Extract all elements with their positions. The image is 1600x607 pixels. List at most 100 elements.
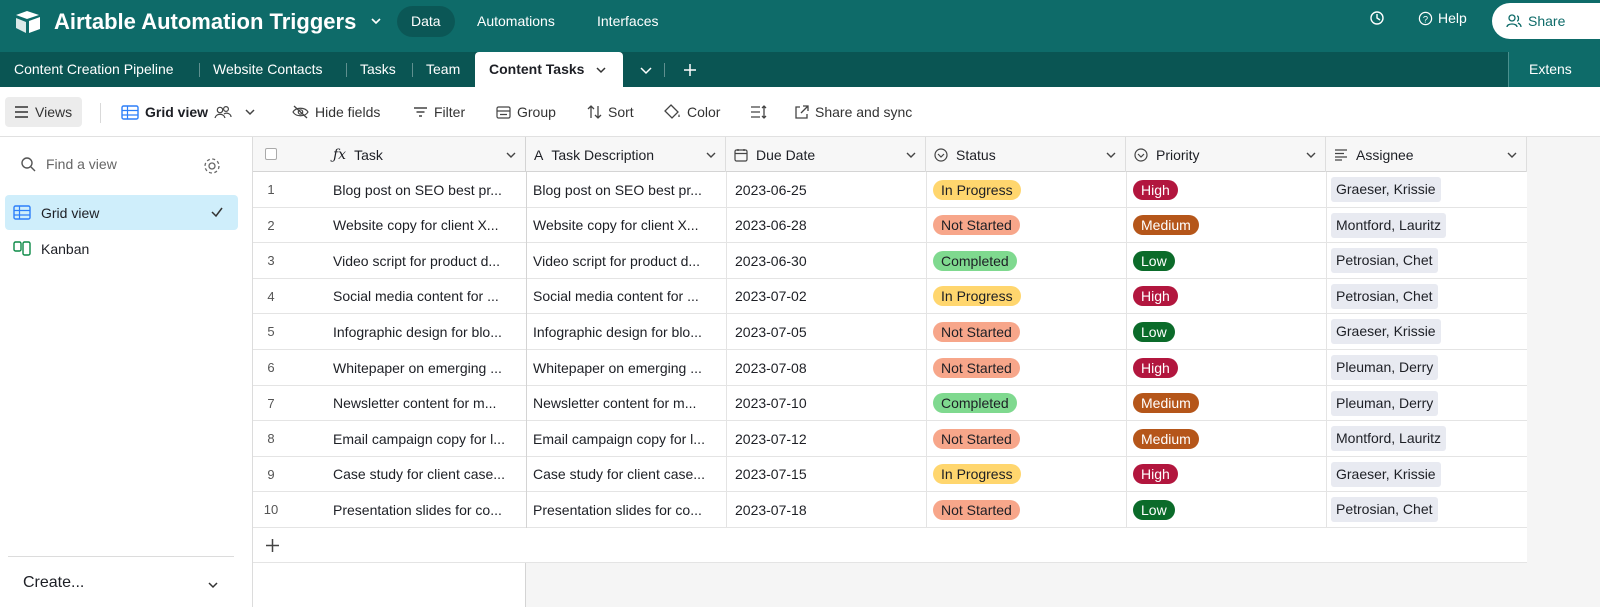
add-record-row[interactable] (253, 528, 1527, 563)
cell-due-date[interactable]: 2023-07-08 (735, 350, 920, 385)
cell-task[interactable]: Blog post on SEO best pr... (333, 172, 518, 207)
cell-status[interactable]: In Progress (933, 457, 1118, 492)
cell-status[interactable]: Not Started (933, 492, 1118, 527)
cell-assignee[interactable]: Montford, Lauritz (1331, 421, 1521, 456)
plus-icon[interactable] (265, 538, 280, 553)
cell-status[interactable]: Completed (933, 243, 1118, 278)
cell-task-description[interactable]: Presentation slides for co... (533, 492, 718, 527)
cell-due-date[interactable]: 2023-07-10 (735, 386, 920, 421)
cell-task-description[interactable]: Whitepaper on emerging ... (533, 350, 718, 385)
cell-priority[interactable]: High (1133, 457, 1318, 492)
tab-website-contacts[interactable]: Website Contacts (213, 52, 322, 87)
cell-task[interactable]: Presentation slides for co... (333, 492, 518, 527)
cell-due-date[interactable]: 2023-06-30 (735, 243, 920, 278)
cell-task[interactable]: Website copy for client X... (333, 208, 518, 243)
grid-view-switcher[interactable]: Grid view (121, 99, 256, 125)
nav-automations[interactable]: Automations (463, 6, 569, 37)
cell-task[interactable]: Whitepaper on emerging ... (333, 350, 518, 385)
table-row[interactable]: 8 Email campaign copy for l... Email campa… (253, 421, 1527, 457)
cell-priority[interactable]: High (1133, 279, 1318, 314)
cell-priority[interactable]: Low (1133, 314, 1318, 349)
cell-task-description[interactable]: Blog post on SEO best pr... (533, 172, 718, 207)
color-button[interactable]: Color (664, 99, 720, 125)
cell-status[interactable]: Not Started (933, 208, 1118, 243)
table-row[interactable]: 5 Infographic design for blo... Infographi… (253, 314, 1527, 350)
cell-due-date[interactable]: 2023-07-15 (735, 457, 920, 492)
hide-fields-button[interactable]: Hide fields (292, 99, 380, 125)
cell-due-date[interactable]: 2023-07-12 (735, 421, 920, 456)
add-table-icon[interactable] (682, 62, 698, 78)
cell-priority[interactable]: Low (1133, 243, 1318, 278)
table-row[interactable]: 7 Newsletter content for m... Newsletter c… (253, 385, 1527, 422)
cell-task[interactable]: Case study for client case... (333, 457, 518, 492)
row-height-button[interactable] (750, 99, 767, 125)
table-row[interactable]: 1 Blog post on SEO best pr... Blog post on… (253, 172, 1527, 208)
cell-assignee[interactable]: Petrosian, Chet (1331, 279, 1521, 314)
sidebar-item-kanban[interactable]: Kanban (5, 231, 238, 266)
cell-status[interactable]: In Progress (933, 172, 1118, 207)
share-button[interactable]: Share (1492, 3, 1600, 39)
extensions-tab[interactable]: Extens (1508, 52, 1600, 87)
tab-team[interactable]: Team (426, 52, 460, 87)
table-row[interactable]: 2 Website copy for client X... Website cop… (253, 207, 1527, 244)
column-header-due-date[interactable]: Due Date (726, 137, 926, 172)
column-header-status[interactable]: Status (926, 137, 1126, 172)
cell-priority[interactable]: High (1133, 172, 1318, 207)
cell-task-description[interactable]: Website copy for client X... (533, 208, 718, 243)
group-button[interactable]: Group (496, 99, 556, 125)
cell-due-date[interactable]: 2023-07-18 (735, 492, 920, 527)
cell-task-description[interactable]: Newsletter content for m... (533, 386, 718, 421)
cell-priority[interactable]: Medium (1133, 386, 1318, 421)
cell-assignee[interactable]: Graeser, Krissie (1331, 457, 1521, 492)
help-button[interactable]: ? Help (1418, 10, 1467, 26)
nav-data[interactable]: Data (397, 6, 455, 37)
cell-assignee[interactable]: Graeser, Krissie (1331, 172, 1521, 207)
cell-status[interactable]: In Progress (933, 279, 1118, 314)
cell-due-date[interactable]: 2023-07-02 (735, 279, 920, 314)
tab-tasks[interactable]: Tasks (360, 52, 396, 87)
table-row[interactable]: 3 Video script for product d... Video scri… (253, 243, 1527, 279)
all-tables-chevron-icon[interactable] (638, 62, 654, 78)
history-button[interactable] (1369, 10, 1385, 26)
cell-task-description[interactable]: Email campaign copy for l... (533, 421, 718, 456)
cell-task[interactable]: Newsletter content for m... (333, 386, 518, 421)
airtable-logo-icon[interactable] (14, 9, 42, 35)
cell-task-description[interactable]: Social media content for ... (533, 279, 718, 314)
select-all-checkbox[interactable] (265, 148, 277, 160)
cell-task[interactable]: Email campaign copy for l... (333, 421, 518, 456)
create-view-button[interactable]: Create... (23, 574, 84, 592)
column-header-assignee[interactable]: Assignee (1326, 137, 1527, 172)
table-row[interactable]: 10 Presentation slides for co... Presentat… (253, 492, 1527, 528)
cell-task-description[interactable]: Infographic design for blo... (533, 314, 718, 349)
tab-content-tasks[interactable]: Content Tasks (475, 52, 623, 87)
cell-status[interactable]: Not Started (933, 350, 1118, 385)
chevron-down-icon[interactable] (206, 578, 220, 592)
cell-status[interactable]: Not Started (933, 314, 1118, 349)
cell-task[interactable]: Video script for product d... (333, 243, 518, 278)
table-row[interactable]: 9 Case study for client case... Case study… (253, 456, 1527, 493)
cell-task[interactable]: Infographic design for blo... (333, 314, 518, 349)
gear-icon[interactable] (203, 157, 221, 175)
cell-status[interactable]: Completed (933, 386, 1118, 421)
cell-assignee[interactable]: Pleuman, Derry (1331, 350, 1521, 385)
filter-button[interactable]: Filter (413, 99, 465, 125)
nav-interfaces[interactable]: Interfaces (583, 6, 672, 37)
cell-status[interactable]: Not Started (933, 421, 1118, 456)
sort-button[interactable]: Sort (587, 99, 634, 125)
table-row[interactable]: 4 Social media content for ... Social medi… (253, 278, 1527, 315)
cell-priority[interactable]: High (1133, 350, 1318, 385)
chevron-down-icon[interactable] (595, 64, 607, 76)
cell-due-date[interactable]: 2023-07-05 (735, 314, 920, 349)
cell-assignee[interactable]: Graeser, Krissie (1331, 314, 1521, 349)
chevron-down-icon[interactable] (369, 14, 383, 28)
column-header-priority[interactable]: Priority (1126, 137, 1326, 172)
cell-due-date[interactable]: 2023-06-25 (735, 172, 920, 207)
cell-due-date[interactable]: 2023-06-28 (735, 208, 920, 243)
cell-task-description[interactable]: Video script for product d... (533, 243, 718, 278)
find-view-input[interactable]: Find a view (46, 156, 117, 172)
sidebar-item-grid-view[interactable]: Grid view (5, 195, 238, 230)
find-view-search[interactable]: Find a view (20, 156, 117, 172)
base-title[interactable]: Airtable Automation Triggers (54, 9, 356, 35)
column-header-task-description[interactable]: A Task Description (526, 137, 726, 172)
cell-priority[interactable]: Medium (1133, 208, 1318, 243)
